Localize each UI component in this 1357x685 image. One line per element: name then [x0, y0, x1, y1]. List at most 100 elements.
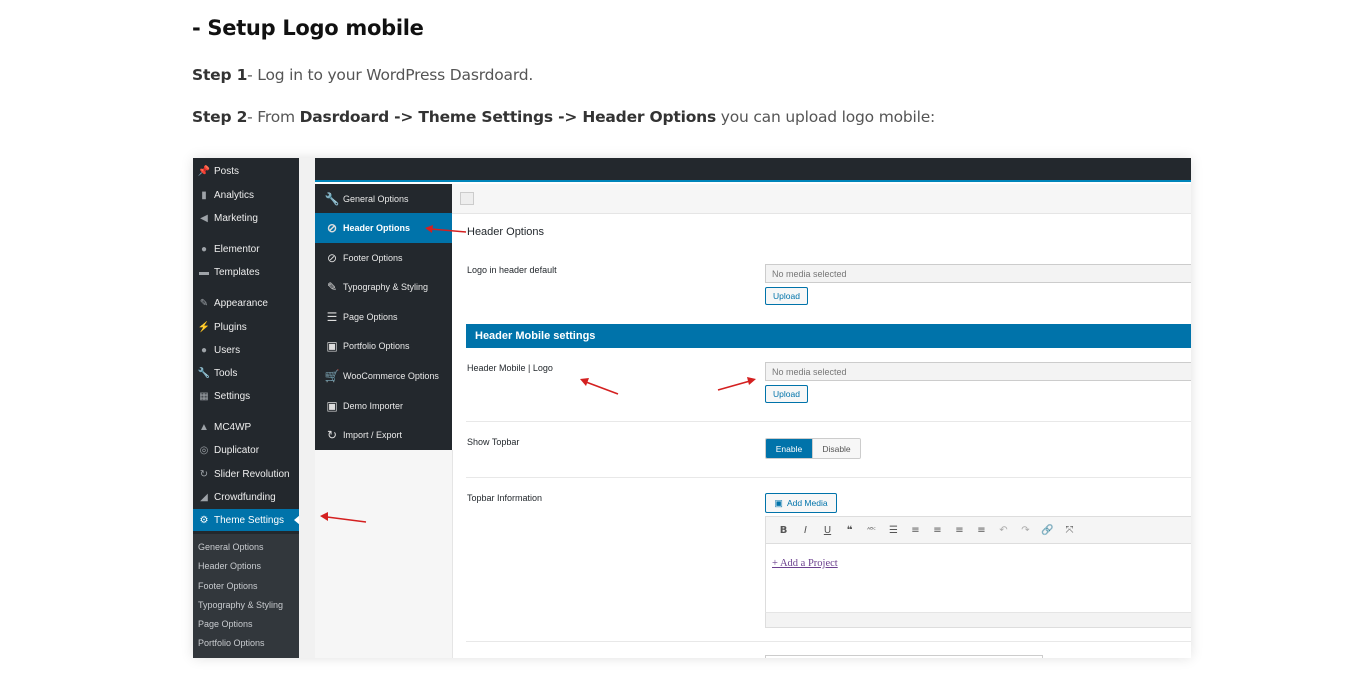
- mc4wp-icon: ▲: [199, 421, 209, 433]
- nav-label: Demo Importer: [343, 401, 404, 411]
- wp-menu-appearance[interactable]: ✎ Appearance: [193, 292, 299, 314]
- nav-typography[interactable]: ✎ Typography & Styling: [315, 272, 452, 302]
- logo-default-upload-button[interactable]: Upload: [765, 287, 808, 305]
- nav-portfolio-options[interactable]: ▣ Portfolio Options: [315, 331, 452, 361]
- mobile-logo-media-field[interactable]: No media selected: [765, 362, 1191, 381]
- wp-menu-label: Plugins: [214, 321, 247, 333]
- align-center-icon[interactable]: ≡: [950, 525, 969, 536]
- bar-chart-icon: ▮: [201, 189, 207, 201]
- italic-icon[interactable]: I: [796, 525, 815, 536]
- admin-top-bar: [315, 158, 1191, 182]
- elementor-icon: ●: [200, 243, 208, 255]
- plug-icon: ⚡: [197, 321, 211, 333]
- compass-icon: ⊘: [326, 221, 338, 235]
- topbar-info-label: Topbar Information: [467, 493, 543, 503]
- enable-button[interactable]: Enable: [766, 439, 812, 458]
- wp-menu-users[interactable]: ● Users: [193, 339, 299, 361]
- align-right-icon[interactable]: ≡: [972, 525, 991, 536]
- nav-label: Page Options: [343, 312, 398, 322]
- fullscreen-icon[interactable]: ⤧: [1060, 525, 1079, 536]
- nav-label: Footer Options: [343, 253, 403, 263]
- add-media-label: Add Media: [786, 498, 828, 508]
- wp-submenu-general-options[interactable]: General Options: [198, 542, 264, 552]
- wp-submenu-portfolio-options[interactable]: Portfolio Options: [198, 638, 265, 648]
- step-2-line: Step 2- From Dasrdoard -> Theme Settings…: [192, 108, 935, 126]
- brush-icon: ✎: [199, 297, 209, 309]
- wp-menu-plugins[interactable]: ⚡ Plugins: [193, 316, 299, 338]
- nav-label: General Options: [343, 194, 409, 204]
- nav-label: WooCommerce Options: [343, 371, 439, 381]
- pin-icon: 📌: [197, 165, 211, 177]
- wp-menu-tools[interactable]: 🔧 Tools: [193, 362, 299, 384]
- nav-import-export[interactable]: ↻ Import / Export: [315, 420, 452, 450]
- step-1-label: Step 1: [192, 66, 248, 84]
- wp-menu-theme-settings[interactable]: ⚙ Theme Settings: [193, 509, 300, 531]
- list-icon: ☰: [326, 310, 338, 324]
- blockquote-icon[interactable]: ❝: [840, 525, 859, 536]
- wp-menu-label: Duplicator: [214, 444, 260, 456]
- nav-label: Header Options: [343, 223, 411, 233]
- wp-submenu-header-options[interactable]: Header Options: [198, 561, 261, 571]
- redo-icon[interactable]: ↷: [1016, 525, 1035, 536]
- arrow-to-mobile-field: [717, 377, 756, 391]
- nav-page-options[interactable]: ☰ Page Options: [315, 302, 452, 332]
- divider: [466, 477, 1191, 478]
- wp-menu-label: MC4WP: [214, 421, 252, 433]
- show-topbar-label: Show Topbar: [467, 437, 520, 447]
- align-left-icon[interactable]: ≡: [928, 525, 947, 536]
- bullet-list-icon[interactable]: ☰: [884, 525, 903, 536]
- arrow-to-theme-settings: [320, 512, 367, 523]
- next-field-input[interactable]: [765, 655, 1043, 658]
- wp-menu-label: Appearance: [214, 297, 268, 309]
- wp-menu-marketing[interactable]: ◀ Marketing: [193, 207, 299, 229]
- wp-menu-label: Elementor: [214, 243, 260, 255]
- wrench-icon: 🔧: [197, 367, 211, 379]
- mobile-logo-upload-button[interactable]: Upload: [765, 385, 808, 403]
- screenshot-frame: 📌 Posts ▮ Analytics ◀ Marketing ● Elementor …: [193, 158, 1191, 658]
- disable-button[interactable]: Disable: [812, 439, 860, 458]
- settings-icon: ▦: [199, 390, 209, 402]
- nav-general-options[interactable]: 🔧 General Options: [315, 184, 452, 214]
- options-nav-filler: [315, 450, 452, 658]
- link-icon[interactable]: 🔗: [1038, 525, 1057, 536]
- wp-menu-posts[interactable]: 📌 Posts: [193, 160, 299, 182]
- wp-menu-crowdfunding[interactable]: ◢ Crowdfunding: [193, 486, 299, 508]
- refresh-icon: ↻: [326, 428, 338, 442]
- numbered-list-icon[interactable]: ≡: [906, 525, 925, 536]
- editor-toolbar: B I U ❝ ᴬᴮᶜ ☰ ≡ ≡ ≡ ≡ ↶ ↷ 🔗 ⤧: [765, 516, 1191, 544]
- strikethrough-icon[interactable]: ᴬᴮᶜ: [862, 526, 881, 534]
- logo-default-media-field[interactable]: No media selected: [765, 264, 1191, 283]
- undo-icon[interactable]: ↶: [994, 525, 1013, 536]
- wrench-icon: 🔧: [324, 192, 340, 206]
- wp-menu-mc4wp[interactable]: ▲ MC4WP: [193, 416, 299, 438]
- add-media-button[interactable]: ▣ Add Media: [765, 493, 837, 513]
- bold-icon[interactable]: B: [774, 525, 793, 536]
- mobile-logo-label: Header Mobile | Logo: [467, 363, 553, 373]
- crowdfunding-icon: ◢: [200, 491, 208, 503]
- user-icon: ●: [200, 344, 208, 356]
- wp-submenu-footer-options[interactable]: Footer Options: [198, 581, 258, 591]
- wp-menu-duplicator[interactable]: ◎ Duplicator: [193, 439, 299, 461]
- divider: [466, 421, 1191, 422]
- wp-menu-templates[interactable]: ▬ Templates: [193, 261, 299, 283]
- options-toolbar: [452, 184, 1191, 214]
- wp-menu-slider-revolution[interactable]: ↻ Slider Revolution: [193, 463, 299, 485]
- wp-menu-label: Slider Revolution: [214, 468, 290, 480]
- nav-footer-options[interactable]: ⊘ Footer Options: [315, 243, 452, 273]
- duplicator-icon: ◎: [199, 444, 209, 456]
- header-mobile-section-title: Header Mobile settings: [466, 324, 1191, 348]
- step-2-text-a: - From: [247, 108, 300, 126]
- expand-toggle-icon[interactable]: [460, 192, 474, 205]
- underline-icon[interactable]: U: [818, 525, 837, 536]
- wp-menu-elementor[interactable]: ● Elementor: [193, 238, 299, 260]
- arrow-to-header-options: [425, 225, 467, 233]
- wp-menu-analytics[interactable]: ▮ Analytics: [193, 184, 299, 206]
- wp-submenu-typography[interactable]: Typography & Styling: [198, 600, 283, 610]
- wp-submenu-page-options[interactable]: Page Options: [198, 619, 253, 629]
- wp-menu-settings[interactable]: ▦ Settings: [193, 385, 299, 407]
- doc-title: - Setup Logo mobile: [192, 16, 424, 40]
- editor-link[interactable]: + Add a Project: [772, 558, 838, 569]
- nav-woocommerce-options[interactable]: 🛒 WooCommerce Options: [315, 361, 452, 391]
- compass-icon: ⊘: [326, 251, 338, 265]
- nav-demo-importer[interactable]: ▣ Demo Importer: [315, 391, 452, 421]
